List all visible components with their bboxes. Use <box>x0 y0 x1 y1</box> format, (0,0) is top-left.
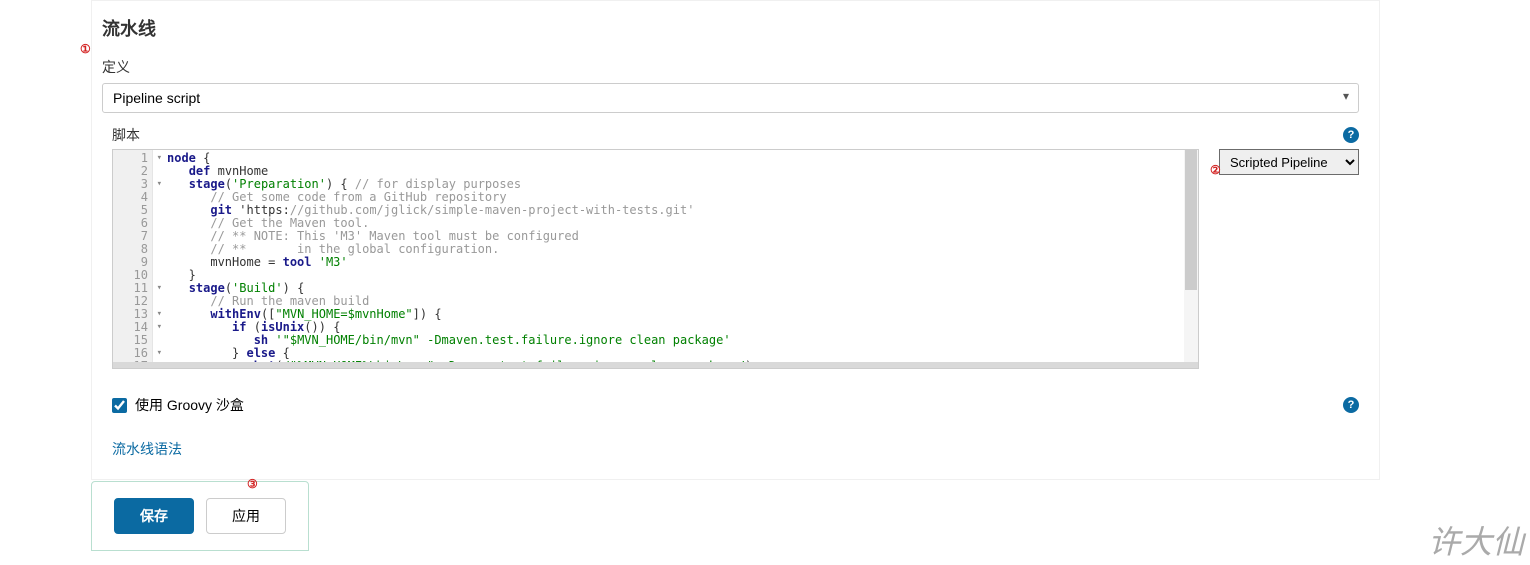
editor-gutter: 1234567891011121314151617 <box>113 150 153 368</box>
help-icon[interactable]: ? <box>1343 127 1359 143</box>
editor-hscrollbar[interactable] <box>113 362 1198 368</box>
scrollbar-thumb[interactable] <box>1185 150 1197 290</box>
section-title: 流水线 <box>102 15 1359 41</box>
editor-vscrollbar[interactable] <box>1184 150 1198 368</box>
script-header-row: 脚本 ? <box>112 125 1359 145</box>
annotation-2: ② <box>1210 163 1221 177</box>
template-select-wrap: Scripted Pipeline <box>1219 149 1359 369</box>
pipeline-section: 流水线 定义 Pipeline script 脚本 ? 123456789101… <box>91 0 1380 480</box>
apply-button[interactable]: 应用 <box>206 498 286 534</box>
script-editor[interactable]: 1234567891011121314151617 node { def mvn… <box>112 149 1199 369</box>
button-bar: 保存 应用 <box>91 481 309 551</box>
sandbox-label-wrap[interactable]: 使用 Groovy 沙盒 <box>112 395 244 415</box>
sandbox-row: 使用 Groovy 沙盒 ? <box>112 395 1359 415</box>
annotation-3: ③ <box>247 477 258 491</box>
definition-select[interactable]: Pipeline script <box>102 83 1359 113</box>
definition-label: 定义 <box>102 57 1359 77</box>
help-icon[interactable]: ? <box>1343 397 1359 413</box>
pipeline-syntax-link[interactable]: 流水线语法 <box>112 439 182 459</box>
save-button[interactable]: 保存 <box>114 498 194 534</box>
editor-code[interactable]: node { def mvnHome stage('Preparation') … <box>153 150 1198 368</box>
template-select[interactable]: Scripted Pipeline <box>1219 149 1359 175</box>
definition-select-wrap: Pipeline script <box>102 83 1359 113</box>
script-label: 脚本 <box>112 125 140 145</box>
sandbox-checkbox[interactable] <box>112 398 127 413</box>
sandbox-label: 使用 Groovy 沙盒 <box>135 395 244 415</box>
annotation-1: ① <box>80 42 91 56</box>
watermark: 许大仙 <box>1428 517 1524 563</box>
